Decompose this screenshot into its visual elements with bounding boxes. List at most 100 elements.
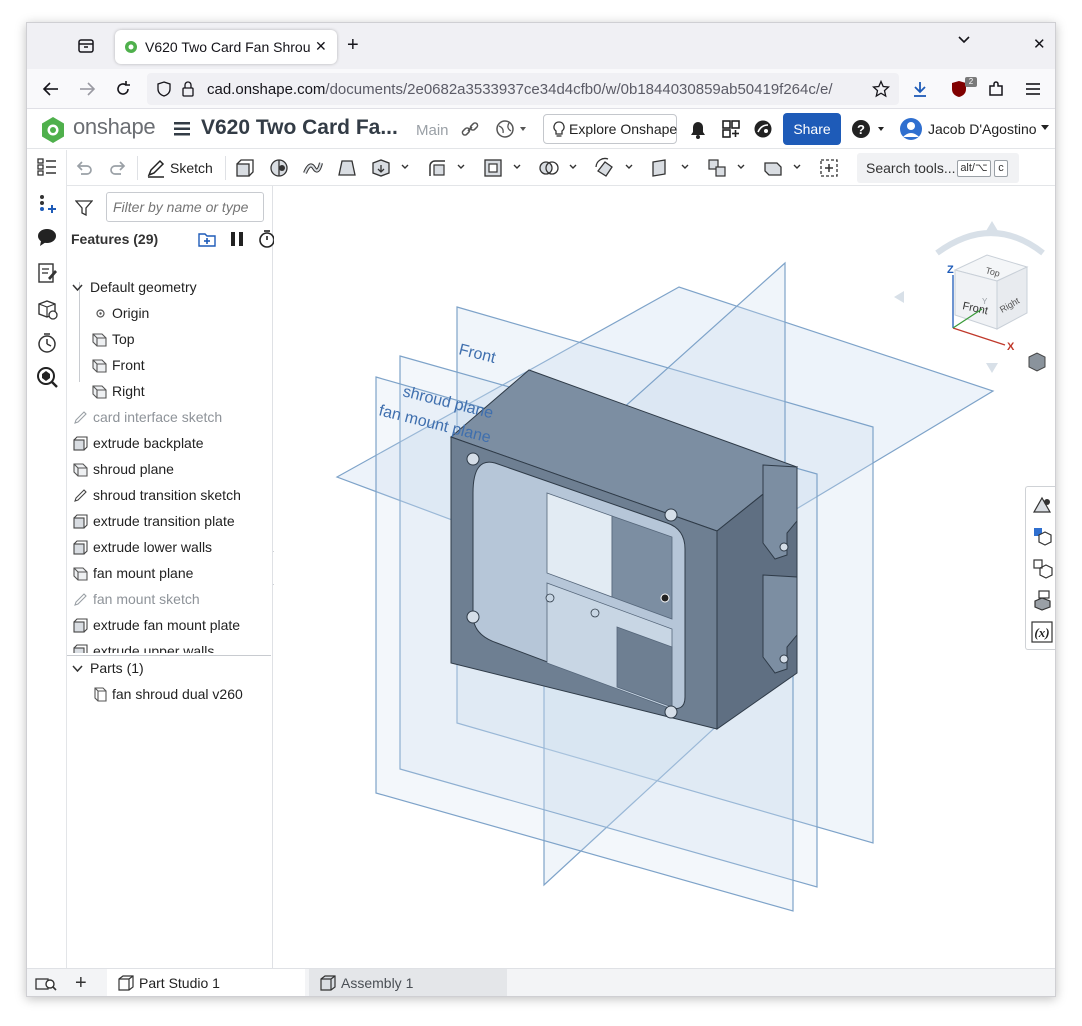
url-bar[interactable]: cad.onshape.com/documents/2e0682a3533937… — [147, 73, 899, 105]
learning-center-icon[interactable] — [753, 119, 773, 139]
user-menu-caret-icon[interactable] — [1041, 125, 1049, 131]
chevron-down-icon[interactable] — [70, 661, 85, 676]
lock-icon[interactable] — [181, 81, 195, 97]
link-icon[interactable] — [461, 121, 479, 137]
tree-item-extrude-backplate[interactable]: extrude backplate — [67, 431, 271, 457]
tree-item-card-interface-sketch[interactable]: card interface sketch — [67, 405, 271, 431]
tree-item-extrude-fan-mount-plate[interactable]: extrude fan mount plate — [67, 613, 271, 639]
onshape-logo-icon[interactable] — [39, 116, 67, 144]
app-store-icon[interactable] — [721, 119, 741, 139]
globe-icon[interactable] — [495, 119, 529, 139]
display-states-icon[interactable] — [1031, 525, 1053, 547]
browser-tab-active[interactable]: V620 Two Card Fan Shrou ✕ — [115, 30, 337, 64]
explore-onshape-button[interactable]: Explore Onshape — [543, 114, 677, 144]
tree-item-top[interactable]: Top — [67, 327, 271, 353]
document-title[interactable]: V620 Two Card Fa... — [201, 116, 398, 140]
add-custom-feature-icon[interactable] — [818, 157, 840, 179]
redo-icon[interactable] — [107, 157, 129, 179]
close-tab-icon[interactable]: ✕ — [315, 38, 327, 55]
inspect-icon[interactable] — [36, 366, 58, 388]
chevron-down-icon[interactable] — [70, 280, 85, 295]
downloads-icon[interactable] — [910, 79, 930, 99]
loft-icon[interactable] — [336, 157, 358, 179]
3d-viewport[interactable]: Front shroud plane fan mount plane Top F… — [274, 186, 1056, 968]
caret-down-icon[interactable] — [457, 164, 465, 170]
tab-list-icon[interactable] — [75, 35, 97, 57]
feature-list-icon[interactable] — [36, 156, 58, 178]
tree-item-origin[interactable]: Origin — [67, 301, 271, 327]
help-icon[interactable]: ? — [851, 119, 891, 139]
reload-icon[interactable] — [113, 79, 133, 99]
back-icon[interactable] — [41, 79, 61, 99]
parts-group[interactable]: Parts (1) — [67, 656, 271, 682]
shield-icon[interactable] — [156, 81, 172, 97]
undo-icon[interactable] — [73, 157, 95, 179]
search-tools-button[interactable]: Search tools... alt/⌥ c — [857, 153, 1019, 183]
tab-part-studio-1[interactable]: Part Studio 1 — [107, 969, 305, 996]
part-item[interactable]: fan shroud dual v260 — [67, 682, 271, 708]
thicken-icon[interactable] — [370, 157, 392, 179]
tab-manager-search-icon[interactable] — [35, 975, 57, 993]
fillet-icon[interactable] — [426, 157, 448, 179]
tree-item-extrude-upper-walls[interactable]: extrude upper walls — [67, 639, 271, 653]
caret-down-icon[interactable] — [513, 164, 521, 170]
model-canvas[interactable]: Front shroud plane fan mount plane Top F… — [274, 186, 1056, 968]
variables-icon[interactable]: (x) — [1031, 621, 1053, 643]
pattern-icon[interactable] — [706, 157, 728, 179]
extrude-icon[interactable] — [234, 157, 256, 179]
plane-icon[interactable] — [650, 157, 672, 179]
history-timer-icon[interactable] — [36, 332, 58, 354]
caret-down-icon[interactable] — [737, 164, 745, 170]
add-tab-icon[interactable]: + — [75, 972, 87, 995]
chevron-down-icon[interactable] — [957, 35, 971, 45]
notes-icon[interactable] — [36, 262, 58, 284]
tree-item-shroud-plane[interactable]: shroud plane — [67, 457, 271, 483]
caret-down-icon[interactable] — [625, 164, 633, 170]
boolean-icon[interactable] — [538, 157, 560, 179]
user-name[interactable]: Jacob D'Agostino — [928, 121, 1037, 137]
tree-item-front[interactable]: Front — [67, 353, 271, 379]
extensions-icon[interactable] — [986, 79, 1006, 99]
sketch-pencil-icon[interactable] — [145, 157, 167, 179]
view-cube[interactable]: Top Front Right Z X Y — [894, 221, 1056, 373]
bell-icon[interactable] — [689, 120, 707, 139]
caret-down-icon[interactable] — [793, 164, 801, 170]
sweep-icon[interactable] — [302, 157, 324, 179]
filter-input[interactable] — [106, 192, 264, 222]
branch-label[interactable]: Main — [416, 122, 449, 139]
sheet-metal-icon[interactable] — [762, 157, 784, 179]
revolve-icon[interactable] — [268, 157, 290, 179]
exploded-view-icon[interactable] — [1031, 557, 1053, 579]
tree-item-shroud-transition-sketch[interactable]: shroud transition sketch — [67, 483, 271, 509]
tree-item-extrude-transition-plate[interactable]: extrude transition plate — [67, 509, 271, 535]
pause-icon[interactable] — [227, 229, 247, 249]
comments-icon[interactable] — [36, 226, 58, 248]
measure-icon[interactable] — [36, 298, 58, 320]
default-geometry-group[interactable]: Default geometry — [67, 275, 271, 301]
transform-icon[interactable] — [594, 157, 616, 179]
window-close-icon[interactable]: ✕ — [1033, 35, 1046, 53]
named-views-icon[interactable] — [1031, 589, 1053, 611]
add-instance-icon[interactable] — [36, 192, 58, 214]
document-menu-icon[interactable] — [174, 122, 190, 136]
bookmark-star-icon[interactable] — [872, 80, 890, 98]
sketch-button[interactable]: Sketch — [170, 160, 213, 176]
tree-item-right[interactable]: Right — [67, 379, 271, 405]
appearance-icon[interactable] — [1031, 494, 1053, 516]
tree-item-extrude-lower-walls[interactable]: extrude lower walls — [67, 535, 271, 561]
caret-down-icon[interactable] — [681, 164, 689, 170]
tree-item-fan-mount-sketch[interactable]: fan mount sketch — [67, 587, 271, 613]
caret-down-icon[interactable] — [569, 164, 577, 170]
forward-icon[interactable] — [77, 79, 97, 99]
view-options-icon[interactable] — [1028, 352, 1056, 372]
caret-down-icon[interactable] — [401, 164, 409, 170]
filter-icon[interactable] — [75, 200, 93, 216]
avatar-icon[interactable] — [899, 117, 923, 141]
add-folder-icon[interactable] — [197, 229, 217, 249]
share-button[interactable]: Share — [783, 113, 841, 145]
shell-icon[interactable] — [482, 157, 504, 179]
tree-item-fan-mount-plane[interactable]: fan mount plane — [67, 561, 271, 587]
new-tab-icon[interactable]: + — [347, 35, 359, 55]
menu-icon[interactable] — [1023, 79, 1043, 99]
tab-assembly-1[interactable]: Assembly 1 — [309, 969, 507, 996]
